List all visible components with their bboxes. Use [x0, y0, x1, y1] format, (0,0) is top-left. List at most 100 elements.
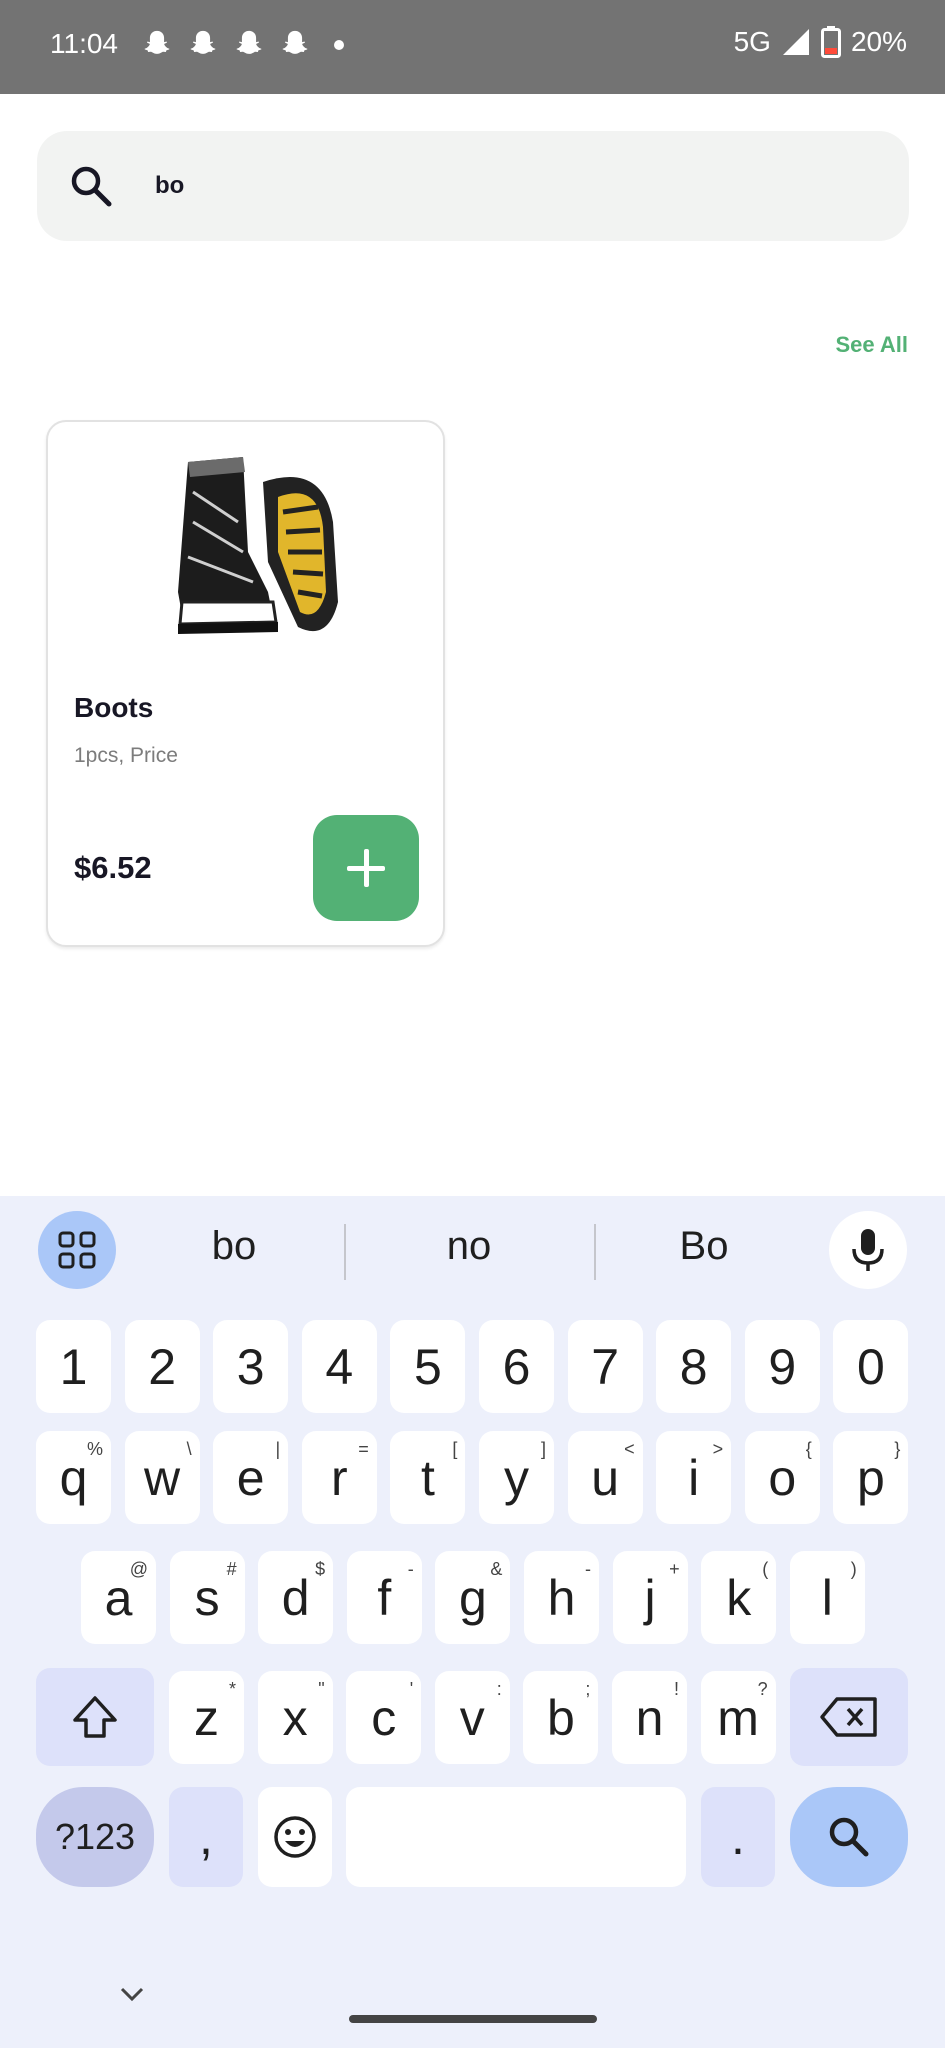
shift-icon	[73, 1696, 117, 1738]
key-m[interactable]: m?	[700, 1671, 776, 1764]
key-label: g	[458, 1569, 487, 1626]
key-secondary-label: "	[318, 1679, 325, 1699]
voice-input-button[interactable]	[829, 1211, 907, 1289]
key-r[interactable]: r =	[301, 1431, 377, 1524]
key-secondary-label: #	[226, 1559, 237, 1579]
key-secondary-label: ?	[757, 1679, 768, 1699]
key-label: 6	[502, 1338, 531, 1395]
key-label: q	[59, 1449, 88, 1506]
key-secondary-label: :	[496, 1679, 502, 1699]
shift-key[interactable]	[36, 1668, 154, 1766]
screen: 11:04 5G 20% See All	[0, 0, 945, 2048]
key-label: 9	[768, 1338, 797, 1395]
key-label: h	[547, 1569, 576, 1626]
key-secondary-label: {	[805, 1439, 812, 1459]
key-x[interactable]: x "	[257, 1671, 333, 1764]
add-to-cart-button[interactable]	[313, 815, 419, 921]
key-2[interactable]: 2	[124, 1320, 200, 1413]
more-notifications-dot	[334, 40, 344, 50]
key-i[interactable]: i >	[656, 1431, 732, 1524]
status-bar: 11:04 5G 20%	[0, 0, 945, 94]
key-secondary-label: %	[86, 1439, 103, 1459]
key-d[interactable]: d $	[258, 1551, 334, 1644]
key-label: a	[104, 1569, 133, 1626]
home-indicator[interactable]	[349, 2015, 597, 2023]
key-secondary-label: @	[129, 1559, 148, 1579]
key-label: m	[717, 1689, 759, 1746]
key-q[interactable]: q%	[36, 1431, 111, 1524]
snapchat-icon	[282, 30, 308, 54]
key-f[interactable]: f-	[346, 1551, 422, 1644]
key-1[interactable]: 1	[36, 1320, 111, 1413]
see-all-link[interactable]: See All	[835, 332, 908, 358]
key-t[interactable]: t[	[390, 1431, 466, 1524]
key-s[interactable]: s #	[169, 1551, 245, 1644]
backspace-key[interactable]	[790, 1668, 908, 1766]
key-l[interactable]: l)	[789, 1551, 865, 1644]
key-label: l	[821, 1569, 833, 1626]
key-secondary-label: }	[894, 1439, 901, 1459]
key-7[interactable]: 7	[567, 1320, 643, 1413]
comma-key[interactable]: ,	[169, 1787, 243, 1887]
key-j[interactable]: j +	[612, 1551, 688, 1644]
key-w[interactable]: w \	[124, 1431, 200, 1524]
key-6[interactable]: 6	[479, 1320, 554, 1413]
key-secondary-label: ]	[540, 1439, 546, 1459]
symbols-key[interactable]: ?123	[36, 1787, 154, 1887]
key-0[interactable]: 0	[833, 1320, 909, 1413]
key-g[interactable]: g &	[435, 1551, 511, 1644]
key-y[interactable]: y]	[479, 1431, 554, 1524]
emoji-key[interactable]	[258, 1787, 332, 1887]
key-5[interactable]: 5	[390, 1320, 466, 1413]
search-input[interactable]	[155, 161, 855, 211]
signal-icon	[782, 29, 809, 55]
key-o[interactable]: o{	[744, 1431, 820, 1524]
suggestion-1[interactable]: bo	[134, 1224, 334, 1269]
key-b[interactable]: b;	[523, 1671, 599, 1764]
key-secondary-label: >	[712, 1439, 724, 1459]
key-3[interactable]: 3	[213, 1320, 289, 1413]
key-secondary-label: *	[228, 1679, 236, 1699]
key-p[interactable]: p}	[833, 1431, 909, 1524]
notification-icons	[140, 28, 344, 62]
key-z[interactable]: z *	[169, 1671, 244, 1764]
snapchat-icon	[144, 30, 170, 54]
product-unit: 1pcs, Price	[74, 744, 178, 767]
hide-keyboard-chevron-icon[interactable]	[118, 1984, 146, 2004]
keyboard-search-key[interactable]	[790, 1787, 908, 1887]
key-k[interactable]: k(	[701, 1551, 777, 1644]
key-u[interactable]: u <	[567, 1431, 643, 1524]
key-e[interactable]: e |	[213, 1431, 289, 1524]
snapchat-icon	[236, 30, 262, 54]
suggestion-3[interactable]: Bo	[604, 1224, 804, 1269]
key-secondary-label: <	[624, 1439, 635, 1459]
key-h[interactable]: h-	[524, 1551, 599, 1644]
key-label: t	[420, 1449, 435, 1506]
key-label: 7	[591, 1338, 619, 1395]
suggestion-2[interactable]: no	[369, 1224, 569, 1269]
key-v[interactable]: v:	[434, 1671, 510, 1764]
key-8[interactable]: 8	[656, 1320, 732, 1413]
space-key[interactable]	[346, 1787, 686, 1887]
network-label: 5G	[733, 26, 771, 57]
key-c[interactable]: c '	[346, 1671, 422, 1764]
key-n[interactable]: n!	[612, 1671, 687, 1764]
key-label: i	[688, 1449, 700, 1506]
key-secondary-label: $	[315, 1559, 326, 1579]
keyboard-apps-button[interactable]	[38, 1211, 116, 1289]
key-label: 4	[325, 1338, 354, 1395]
search-icon	[829, 1817, 869, 1857]
key-label: r	[330, 1449, 348, 1506]
period-key[interactable]: .	[701, 1787, 775, 1887]
status-right: 5G 20%	[734, 26, 907, 58]
key-9[interactable]: 9	[744, 1320, 820, 1413]
key-label: p	[856, 1449, 885, 1506]
key-label: u	[591, 1449, 619, 1506]
search-icon	[71, 166, 112, 207]
search-bar[interactable]	[37, 131, 909, 241]
key-a[interactable]: a @	[81, 1551, 156, 1644]
key-4[interactable]: 4	[301, 1320, 377, 1413]
product-card[interactable]: Boots 1pcs, Price $6.52	[46, 420, 445, 947]
key-label: 8	[679, 1338, 708, 1395]
key-secondary-label: +	[669, 1559, 680, 1579]
